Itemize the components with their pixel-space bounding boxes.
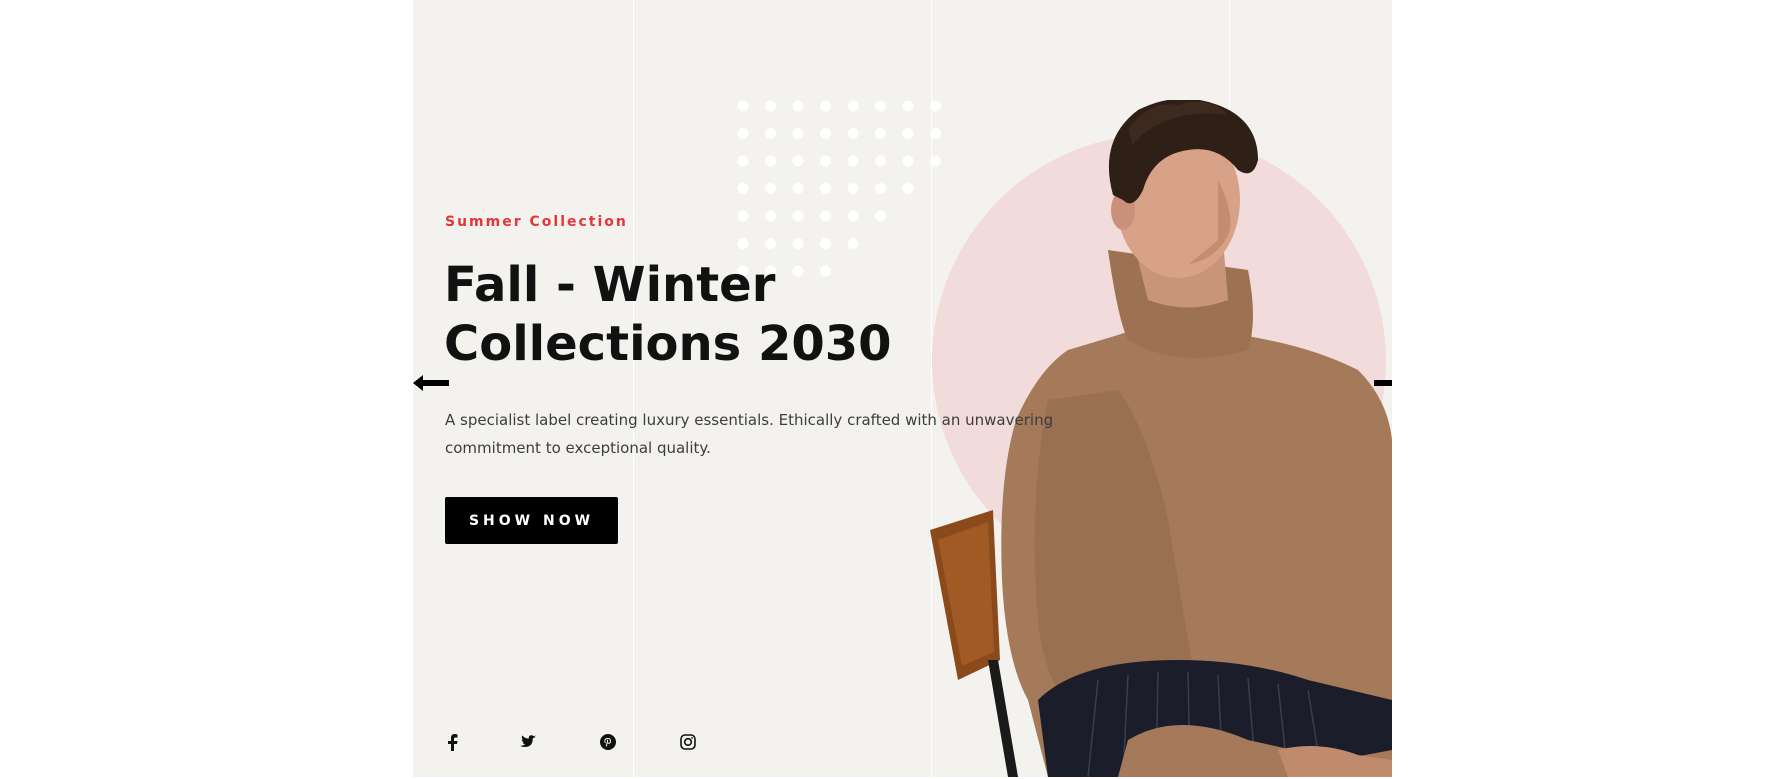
- hero-description: A specialist label creating luxury essen…: [445, 411, 1054, 457]
- pattern-dot: [737, 183, 749, 194]
- pattern-dot: [765, 100, 776, 112]
- pattern-dot: [765, 238, 776, 249]
- show-now-button[interactable]: SHOW NOW: [445, 497, 618, 544]
- pattern-dot: [820, 183, 831, 194]
- hero-subtitle: Summer Collection: [445, 214, 628, 230]
- pattern-dot: [792, 183, 804, 194]
- pattern-dot: [875, 155, 886, 167]
- pattern-dot: [820, 155, 831, 167]
- pattern-dot: [847, 100, 859, 112]
- pattern-dot: [792, 155, 804, 167]
- pattern-dot: [902, 100, 914, 112]
- pattern-dot: [792, 100, 804, 112]
- pattern-dot: [902, 128, 914, 139]
- pattern-dot: [737, 155, 749, 167]
- twitter-icon[interactable]: [518, 733, 536, 751]
- pattern-dot: [737, 210, 749, 222]
- pattern-dot: [875, 128, 886, 139]
- pattern-dot: [765, 183, 776, 194]
- pattern-dot: [847, 183, 859, 194]
- pattern-dot: [847, 238, 859, 249]
- pattern-dot: [737, 128, 749, 139]
- pattern-dot: [765, 128, 776, 139]
- instagram-icon[interactable]: [679, 733, 697, 751]
- pattern-dot: [737, 238, 749, 249]
- arrow-left-icon[interactable]: [413, 373, 449, 393]
- hero-banner: Summer Collection Fall - Winter Collecti…: [413, 0, 1392, 777]
- pattern-dot: [875, 210, 886, 222]
- pattern-dot: [765, 155, 776, 167]
- pattern-dot: [792, 210, 804, 222]
- pattern-dot: [902, 155, 914, 167]
- pattern-dot: [847, 128, 859, 139]
- pattern-dot: [820, 210, 831, 222]
- pattern-dot: [875, 100, 886, 112]
- pattern-dot: [820, 128, 831, 139]
- pattern-dot: [847, 210, 859, 222]
- pattern-dot: [847, 155, 859, 167]
- pattern-dot: [765, 210, 776, 222]
- hero-title: Fall - Winter Collections 2030: [444, 257, 892, 372]
- pattern-dot: [875, 183, 886, 194]
- pattern-dot: [792, 128, 804, 139]
- pattern-dot: [737, 100, 749, 112]
- pattern-dot: [902, 183, 914, 194]
- pattern-dot: [820, 238, 831, 249]
- arrow-right-icon[interactable]: [1374, 373, 1392, 393]
- facebook-icon[interactable]: [443, 733, 461, 751]
- pattern-dot: [792, 238, 804, 249]
- pinterest-icon[interactable]: [599, 733, 617, 751]
- grid-line: [633, 0, 634, 777]
- pattern-dot: [820, 100, 831, 112]
